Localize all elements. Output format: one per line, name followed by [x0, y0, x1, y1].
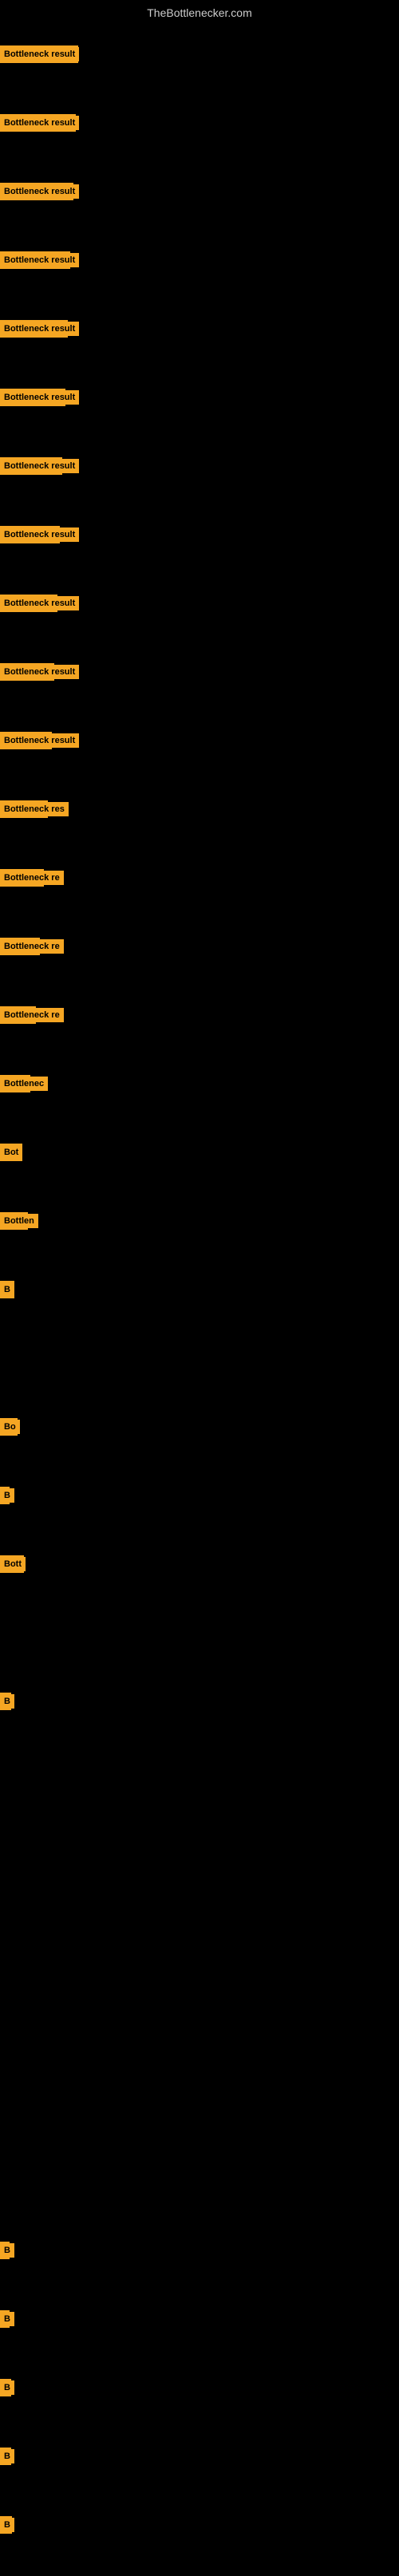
bar-label: B [0, 2518, 14, 2532]
bar-label: Bottleneck result [0, 47, 79, 61]
bar-container: Bottleneck result [0, 571, 399, 635]
bar-container: Bottleneck re [0, 915, 399, 978]
bar-label: Bottleneck result [0, 733, 79, 748]
bar-label: B [0, 2380, 14, 2395]
bar-label: Bottleneck result [0, 322, 79, 336]
bar-container: B [0, 1258, 399, 1322]
bar-container: Bottleneck result [0, 709, 399, 772]
bar-container: Bottleneck result [0, 297, 399, 361]
bar-label: Bott [0, 1557, 26, 1571]
bar-label: Bottlen [0, 1214, 38, 1228]
bar-container: B [0, 1464, 399, 1527]
bar-label: Bottleneck result [0, 253, 79, 267]
bar-label: B [0, 1488, 14, 1503]
bar-container: Bot [0, 1120, 399, 1184]
bar-label: Bottleneck re [0, 871, 64, 885]
bar-label: Bottleneck re [0, 1008, 64, 1022]
bar-container: B [0, 2218, 399, 2282]
bar-label: Bottlenec [0, 1077, 48, 1091]
bar-container: Bottleneck result [0, 228, 399, 292]
bar-container: B [0, 2493, 399, 2557]
bar-container: Bottleneck re [0, 983, 399, 1047]
bar-container: B [0, 2356, 399, 2420]
bar-container: B [0, 2287, 399, 2351]
bar-label: Bottleneck result [0, 459, 79, 473]
bar-label: B [0, 2312, 14, 2326]
bar-container: Bottleneck result [0, 503, 399, 567]
bar-container: Bottleneck result [0, 22, 399, 86]
bar-label: Bottleneck result [0, 665, 79, 679]
bar-container: Bottleneck result [0, 434, 399, 498]
bar-container: Bott [0, 1532, 399, 1596]
bar-container: Bo [0, 1395, 399, 1459]
bar-container: B [0, 1669, 399, 1733]
bar-label: B [0, 2449, 14, 2463]
site-title: TheBottlenecker.com [0, 0, 399, 22]
bar-label: Bottleneck result [0, 184, 79, 199]
bar-label: Bottleneck result [0, 596, 79, 610]
bar-label: Bottleneck result [0, 116, 79, 130]
bar-label: Bottleneck re [0, 939, 64, 954]
bar-label: Bottleneck result [0, 390, 79, 405]
bar-label: Bo [0, 1420, 20, 1434]
bar-container: Bottlenec [0, 1052, 399, 1116]
bar-container: Bottleneck result [0, 640, 399, 704]
bar-container: Bottleneck re [0, 846, 399, 910]
bar-label: B [0, 1282, 14, 1297]
bar-container: B [0, 2424, 399, 2488]
bar-container: Bottleneck result [0, 365, 399, 429]
bar-container: Bottlen [0, 1189, 399, 1253]
bar-label: Bottleneck res [0, 802, 69, 816]
bar-label: Bot [0, 1145, 22, 1160]
bar-label: Bottleneck result [0, 527, 79, 542]
bar-container: Bottleneck result [0, 91, 399, 155]
bar-container: Bottleneck res [0, 777, 399, 841]
bar-container: Bottleneck result [0, 160, 399, 223]
bar-label: B [0, 1694, 14, 1709]
bar-label: B [0, 2243, 14, 2258]
